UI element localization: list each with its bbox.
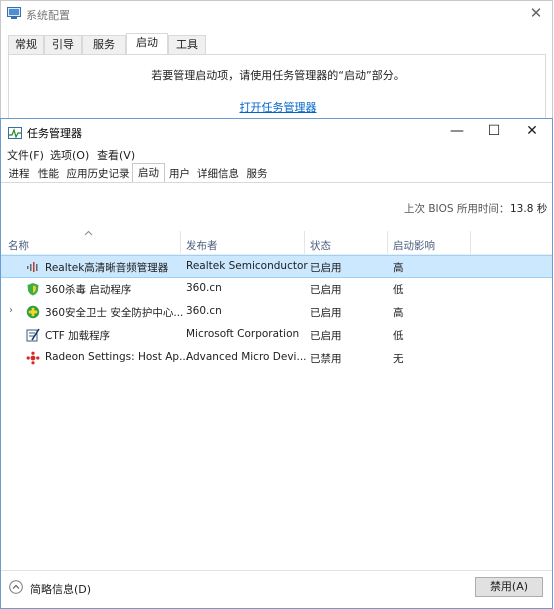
msconfig-titlebar[interactable]: 系统配置 ✕	[1, 1, 552, 27]
task-manager-app-icon	[8, 127, 22, 139]
minimize-icon[interactable]: —	[439, 119, 475, 145]
column-separator[interactable]	[387, 231, 388, 255]
column-separator[interactable]	[304, 231, 305, 255]
menu-options[interactable]: 选项(O)	[50, 147, 89, 163]
maximize-icon[interactable]: ☐	[476, 119, 512, 145]
msconfig-app-icon	[7, 7, 21, 19]
table-row[interactable]: › 360安全卫士 安全防护中心... 360.cn 已启用 高	[1, 301, 552, 324]
column-header-status[interactable]: 状态	[310, 237, 331, 255]
radeon-icon	[26, 351, 40, 365]
row-impact: 高	[393, 307, 404, 319]
column-header-name[interactable]: 名称	[8, 237, 29, 255]
360-safe-icon	[26, 305, 40, 319]
msconfig-tab-general[interactable]: 常规	[8, 35, 44, 54]
row-publisher: Realtek Semiconductor	[186, 260, 308, 272]
row-publisher: Microsoft Corporation	[186, 328, 300, 340]
msconfig-tab-services[interactable]: 服务	[82, 35, 126, 54]
row-publisher: 360.cn	[186, 305, 222, 317]
disable-button[interactable]: 禁用(A)	[475, 577, 543, 597]
table-row[interactable]: CTF 加载程序 Microsoft Corporation 已启用 低	[1, 324, 552, 347]
row-name: Realtek高清晰音频管理器	[45, 262, 169, 274]
row-name: CTF 加载程序	[45, 330, 111, 342]
column-header-publisher[interactable]: 发布者	[186, 237, 218, 255]
ctf-loader-icon	[26, 328, 40, 342]
tab-divider	[1, 182, 552, 183]
row-status: 已启用	[310, 330, 342, 342]
task-manager-window: 任务管理器 — ☐ ✕ 文件(F) 选项(O) 查看(V) 进程 性能 应用历史…	[0, 118, 553, 609]
tab-app-history[interactable]: 应用历史记录	[64, 164, 132, 183]
menu-view[interactable]: 查看(V)	[97, 147, 135, 163]
msconfig-tab-tools[interactable]: 工具	[168, 35, 206, 54]
row-publisher: Advanced Micro Devi...	[186, 351, 307, 363]
tab-performance[interactable]: 性能	[34, 164, 63, 183]
table-row[interactable]: Realtek高清晰音频管理器 Realtek Semiconductor 已启…	[1, 255, 552, 278]
tab-processes[interactable]: 进程	[5, 164, 33, 183]
close-icon[interactable]: ✕	[514, 119, 550, 145]
footer-divider	[1, 570, 552, 571]
msconfig-startup-panel: 若要管理启动项，请使用任务管理器的“启动”部分。 打开任务管理器	[8, 54, 546, 123]
column-header-startup-impact[interactable]: 启动影响	[393, 237, 435, 255]
msconfig-close-icon[interactable]: ✕	[526, 4, 546, 22]
table-row[interactable]: Radeon Settings: Host Ap... Advanced Mic…	[1, 347, 552, 370]
chevron-up-circle-icon[interactable]	[9, 580, 23, 594]
bios-time-value: 13.8 秒	[510, 203, 548, 215]
msconfig-title: 系统配置	[26, 9, 70, 22]
row-publisher: 360.cn	[186, 282, 222, 294]
msconfig-tab-startup[interactable]: 启动	[126, 33, 168, 54]
row-impact: 无	[393, 353, 404, 365]
tab-users[interactable]: 用户	[165, 164, 194, 183]
tab-services[interactable]: 服务	[242, 164, 272, 183]
bios-time-label: 上次 BIOS 所用时间：	[404, 203, 510, 215]
sort-ascending-icon	[84, 230, 93, 236]
task-manager-title: 任务管理器	[27, 127, 82, 140]
realtek-audio-icon	[27, 262, 38, 272]
row-impact: 低	[393, 284, 404, 296]
table-row[interactable]: 360杀毒 启动程序 360.cn 已启用 低	[1, 278, 552, 301]
msconfig-tab-boot[interactable]: 引导	[44, 35, 82, 54]
tab-startup[interactable]: 启动	[132, 163, 165, 183]
column-separator[interactable]	[180, 231, 181, 255]
row-name: Radeon Settings: Host Ap...	[45, 351, 190, 363]
row-status: 已禁用	[310, 353, 342, 365]
fewer-details-link[interactable]: 简略信息(D)	[30, 581, 91, 597]
row-impact: 高	[393, 262, 404, 274]
expand-chevron-icon[interactable]: ›	[9, 305, 13, 316]
open-task-manager-link[interactable]: 打开任务管理器	[9, 99, 547, 115]
row-status: 已启用	[310, 307, 342, 319]
menu-bar: 文件(F) 选项(O) 查看(V)	[1, 145, 552, 163]
column-separator[interactable]	[470, 231, 471, 255]
row-impact: 低	[393, 330, 404, 342]
row-status: 已启用	[310, 262, 342, 274]
row-name: 360安全卫士 安全防护中心...	[45, 307, 184, 319]
row-name: 360杀毒 启动程序	[45, 284, 132, 296]
msconfig-startup-hint: 若要管理启动项，请使用任务管理器的“启动”部分。	[151, 69, 405, 82]
msconfig-window: 系统配置 ✕ 常规 引导 服务 启动 工具 若要管理启动项，请使用任务管理器的“…	[0, 0, 553, 123]
menu-file[interactable]: 文件(F)	[7, 147, 44, 163]
row-status: 已启用	[310, 284, 342, 296]
360-antivirus-icon	[27, 283, 39, 296]
tab-details[interactable]: 详细信息	[194, 164, 242, 183]
